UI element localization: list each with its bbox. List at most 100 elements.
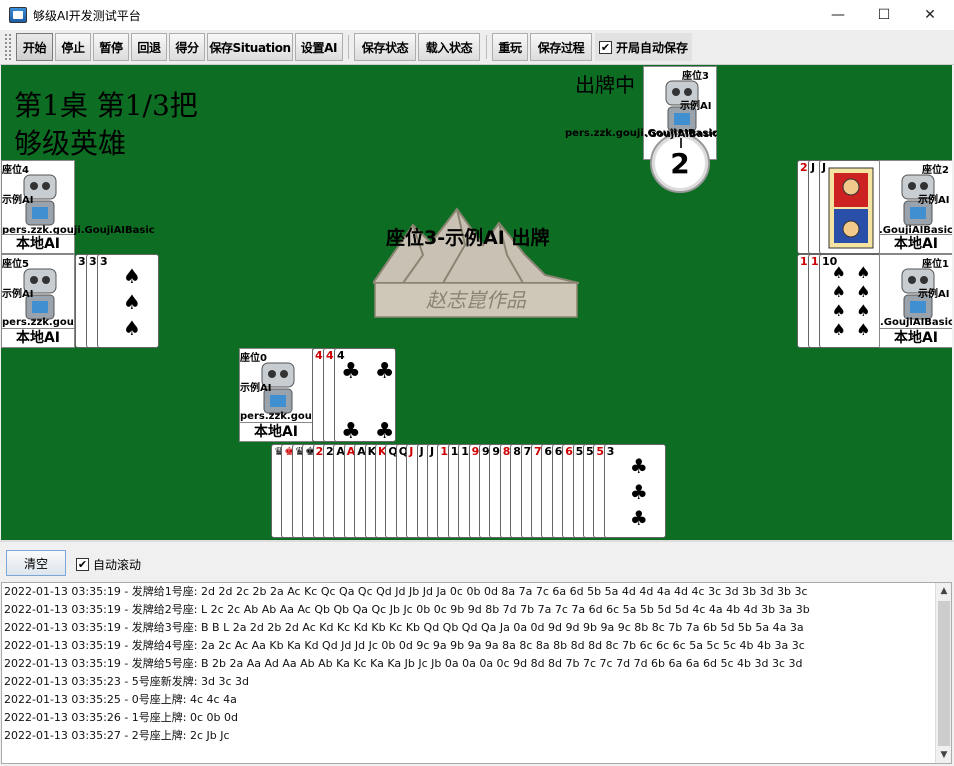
- replay-button[interactable]: 重玩: [492, 33, 528, 61]
- maximize-button[interactable]: ☐: [861, 0, 907, 30]
- seat-type: 本地AI: [240, 422, 312, 441]
- jack-face-icon: [828, 167, 874, 249]
- timer-value: 2: [670, 147, 690, 180]
- minimize-button[interactable]: —: [815, 0, 861, 30]
- start-button[interactable]: 开始: [16, 33, 53, 61]
- auto-save-checkbox[interactable]: ✔ 开局自动保存: [595, 33, 693, 61]
- card-rank: 6: [544, 445, 553, 458]
- toolbar: 开始 停止 暂停 回退 得分 保存Situation 设置AI 保存状态 载入状…: [0, 30, 954, 65]
- checkbox-icon[interactable]: ✔: [76, 558, 89, 571]
- card-rank: 3: [89, 255, 97, 268]
- seat-0-panel[interactable]: 座位0 示例AI pers.zzk.gou 本地AI: [239, 348, 313, 442]
- score-button[interactable]: 得分: [169, 33, 205, 61]
- log-line: 2022-01-13 03:35:19 - 发牌给4号座: 2a 2c Ac A…: [4, 639, 805, 652]
- toolbar-separator: [486, 35, 487, 59]
- ai-name: 示例AI: [680, 101, 712, 112]
- game-table: 第1桌 第1/3把 够级英雄 出牌中 赵志崑作品 座位3-示例AI 出牌 座位3…: [1, 65, 952, 540]
- title-bar: 够级AI开发测试平台 — ☐ ✕: [0, 0, 954, 30]
- log-controls: 清空 ✔ 自动滚动: [0, 540, 954, 582]
- table-title: 第1桌 第1/3把 够级英雄: [14, 87, 198, 163]
- hand-card[interactable]: 3 ♣ ♣ ♣: [603, 444, 666, 538]
- ai-class: pers.zzk.gouji.GoujiAIBasic: [643, 129, 717, 140]
- log-line: 2022-01-13 03:35:19 - 发牌给1号座: 2d 2d 2c 2…: [4, 585, 808, 598]
- checkbox-icon[interactable]: ✔: [599, 40, 612, 54]
- card-rank: J: [419, 445, 424, 458]
- card-rank: J: [430, 445, 435, 458]
- card-suit-icon: ♠ ♠ ♠: [123, 264, 141, 340]
- log-line: 2022-01-13 03:35:19 - 发牌给2号座: L 2c 2c Ab…: [4, 603, 810, 616]
- stop-button[interactable]: 停止: [55, 33, 91, 61]
- ai-name: 示例AI: [918, 289, 950, 300]
- ai-class: .GoujiAIBasic: [880, 317, 952, 328]
- ai-name: 示例AI: [918, 195, 950, 206]
- log-line: 2022-01-13 03:35:26 - 1号座上牌: 0c 0b 0d: [4, 711, 238, 724]
- log-line: 2022-01-13 03:35:19 - 发牌给5号座: B 2b 2a Aa…: [4, 657, 803, 670]
- window-title: 够级AI开发测试平台: [33, 8, 141, 23]
- ai-class: pers.zzk.gou: [2, 317, 74, 328]
- card-rank: J: [409, 445, 414, 458]
- auto-scroll-checkbox[interactable]: ✔ 自动滚动: [76, 556, 141, 573]
- played-card: J: [819, 160, 881, 254]
- card-rank: 2: [800, 161, 808, 174]
- seat-2-panel[interactable]: 座位2 示例AI 本地AI: [879, 160, 952, 254]
- clear-log-button[interactable]: 清空: [6, 550, 66, 576]
- set-ai-button[interactable]: 设置AI: [295, 33, 343, 61]
- seat-type: 本地AI: [880, 328, 952, 347]
- card-suit-icon: ♠ ♠ ♠ ♠ ♠ ♠ ♠ ♠: [831, 263, 871, 339]
- log-scrollbar[interactable]: ▲ ▼: [935, 583, 951, 763]
- seat-label: 座位5: [2, 259, 29, 270]
- seat-type: 本地AI: [880, 234, 952, 253]
- log-line: 2022-01-13 03:35:25 - 0号座上牌: 4c 4c 4a: [4, 693, 237, 706]
- save-process-button[interactable]: 保存过程: [530, 33, 592, 61]
- seat-1-panel[interactable]: 座位1 示例AI .GoujiAIBasic 本地AI: [879, 254, 952, 348]
- close-button[interactable]: ✕: [907, 0, 953, 30]
- card-rank: 6: [565, 445, 573, 458]
- played-card: 4 ♣ ♣ ♣ ♣: [334, 348, 396, 442]
- save-situation-button[interactable]: 保存Situation: [207, 33, 293, 61]
- log-line: 2022-01-13 03:35:27 - 2号座上牌: 2c Jb Jc: [4, 729, 230, 742]
- playing-status: 出牌中: [575, 73, 635, 97]
- app-icon: [9, 7, 27, 23]
- scroll-thumb[interactable]: [938, 601, 950, 746]
- card-rank: 8: [513, 445, 521, 458]
- scroll-up-arrow-icon[interactable]: ▲: [936, 583, 951, 599]
- card-rank: 4: [315, 349, 323, 362]
- seat-5-panel[interactable]: 座位5 示例AI pers.zzk.gou 本地AI: [1, 254, 75, 348]
- seat-label: 座位2: [922, 165, 949, 176]
- ai-name: 示例AI: [2, 289, 34, 300]
- scroll-down-arrow-icon[interactable]: ▼: [936, 747, 951, 763]
- game-log[interactable]: 2022-01-13 03:35:19 - 发牌给1号座: 2d 2d 2c 2…: [1, 582, 952, 764]
- undo-button[interactable]: 回退: [131, 33, 167, 61]
- card-rank: 3: [78, 255, 86, 268]
- table-round-label: 第1桌 第1/3把: [14, 89, 198, 122]
- seat-type: 本地AI: [2, 234, 74, 253]
- card-rank: J: [811, 161, 816, 174]
- auto-save-label: 开局自动保存: [616, 40, 689, 55]
- seat-label: 座位3: [682, 71, 709, 82]
- card-rank: 4: [326, 349, 334, 362]
- toolbar-grip[interactable]: [4, 33, 12, 61]
- seat-label: 座位4: [2, 165, 29, 176]
- ai-class: pers.zzk.gou: [240, 411, 312, 422]
- pause-button[interactable]: 暂停: [93, 33, 129, 61]
- log-line: 2022-01-13 03:35:23 - 5号座新发牌: 3d 3c 3d: [4, 675, 249, 688]
- seat-4-panel[interactable]: 座位4 示例AI 本地AI: [1, 160, 75, 254]
- auto-scroll-label: 自动滚动: [93, 558, 142, 572]
- toolbar-separator: [348, 35, 349, 59]
- timer-clock-icon: 2: [650, 133, 710, 193]
- card-suit-icon: ♣ ♣ ♣ ♣: [341, 359, 395, 442]
- played-card: 10 ♠ ♠ ♠ ♠ ♠ ♠ ♠ ♠: [819, 254, 881, 348]
- seat-type: 本地AI: [2, 328, 74, 347]
- load-state-button[interactable]: 载入状态: [418, 33, 480, 61]
- ai-name: 示例AI: [2, 195, 34, 206]
- card-rank: 5: [596, 445, 605, 458]
- card-rank: 9: [492, 445, 501, 458]
- logo-text: 赵志崑作品: [426, 288, 527, 312]
- played-card: 3 ♠ ♠ ♠: [97, 254, 159, 348]
- ai-name: 示例AI: [240, 383, 272, 394]
- save-state-button[interactable]: 保存状态: [354, 33, 416, 61]
- seat-label: 座位1: [922, 259, 949, 270]
- card-rank: 3: [606, 445, 615, 458]
- mountain-logo: 赵志崑作品: [373, 207, 579, 318]
- current-turn-message: 座位3-示例AI 出牌: [386, 227, 550, 249]
